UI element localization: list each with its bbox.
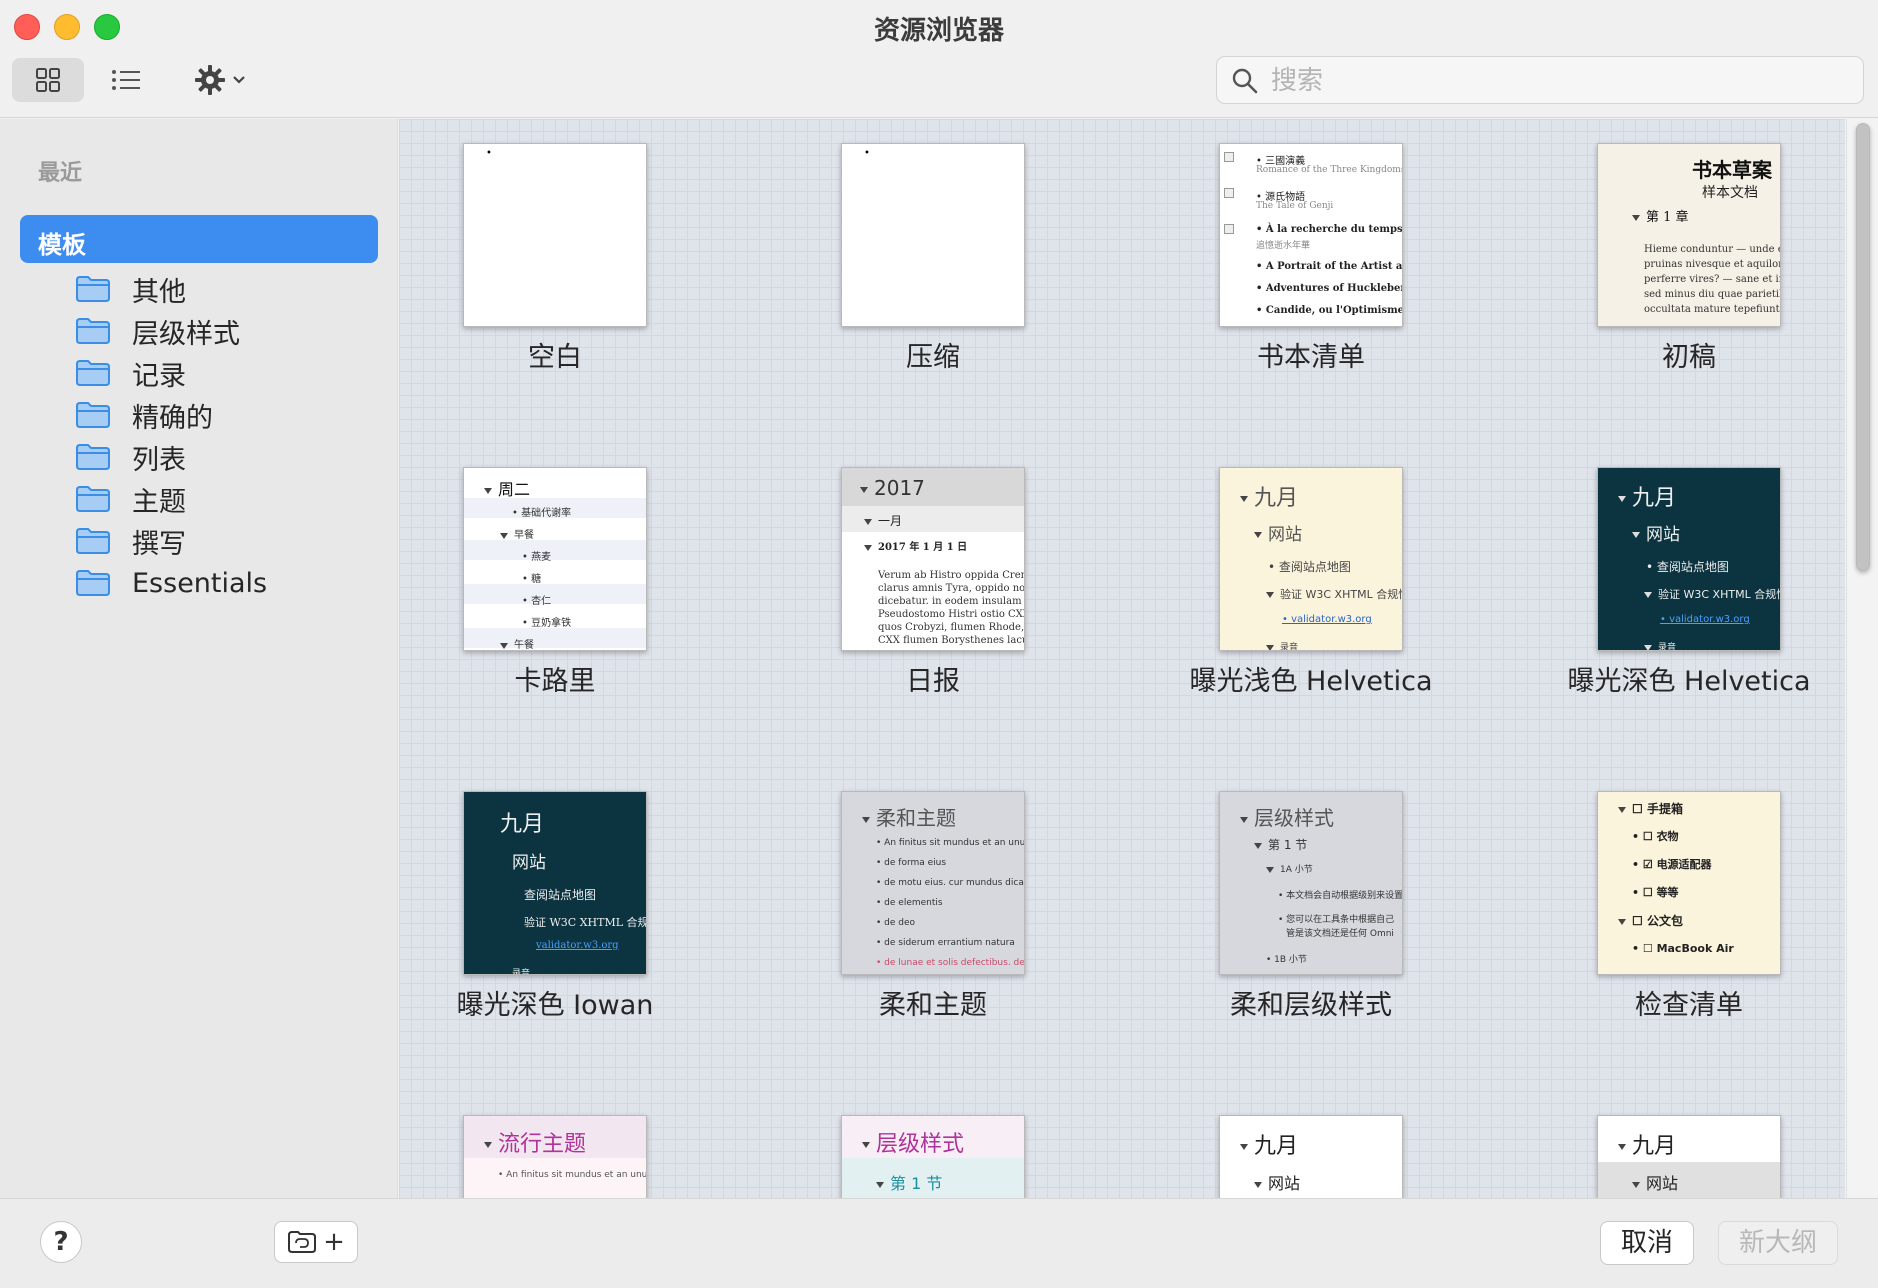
- action-menu-button[interactable]: [184, 58, 256, 102]
- search-field[interactable]: [1216, 56, 1864, 104]
- template-label: 压缩: [906, 342, 960, 373]
- template-thumbnail: 九月 网站 • 查阅站点地图 验证 W3C XHTML 合规性 • valida…: [1219, 467, 1403, 651]
- folder-icon: [76, 402, 110, 428]
- sidebar-folder-label: 精确的: [132, 402, 213, 434]
- template-thumbnail: 柔和主题 • An finitus sit mundus et an unus …: [841, 791, 1025, 975]
- sidebar: 最近 模板 其他 层级样式 记录 精确的 列表 主题 撰写 Essentials: [0, 119, 398, 1198]
- window-title: 资源浏览器: [873, 16, 1004, 46]
- folder-icon: [76, 444, 110, 470]
- template-label: 柔和层级样式: [1230, 990, 1392, 1021]
- sidebar-folder-other[interactable]: 其他: [76, 267, 186, 311]
- sidebar-folder-lists[interactable]: 列表: [76, 435, 186, 479]
- template-grid: • 空白 • 压缩 • 三國演義 Romance of the Three Ki…: [399, 119, 1845, 1198]
- template-label: 书本清单: [1257, 342, 1365, 373]
- sidebar-folder-themes[interactable]: 主题: [76, 477, 186, 521]
- template-thumbnail: 九月 网站 • 查阅站点地图 验证 W3C XHTML 合规性 • valida…: [1597, 467, 1781, 651]
- template-thumbnail: 2017 一月 2017 年 1 月 1 日 Verum ab Histro o…: [841, 467, 1025, 651]
- add-folder-icon: [288, 1231, 317, 1253]
- sidebar-folder-label: 撰写: [132, 528, 186, 560]
- template-thumbnail: • 三國演義 Romance of the Three Kingdoms • 源…: [1219, 143, 1403, 327]
- list-view-button[interactable]: [98, 58, 154, 102]
- add-template-folder-button[interactable]: +: [274, 1221, 358, 1263]
- template-thumbnail: 九月 网站: [1219, 1115, 1403, 1198]
- sidebar-item-templates[interactable]: 模板: [20, 215, 378, 263]
- template-label: 曝光浅色 Helvetica: [1189, 666, 1433, 697]
- folder-icon: [76, 528, 110, 554]
- template-label: 检查清单: [1635, 990, 1743, 1021]
- template-thumbnail: 层级样式 第 1 节 1A 小节 • 本文档会自动根据级别来设置样式 • 您可以…: [1219, 791, 1403, 975]
- sidebar-folder-level-styles[interactable]: 层级样式: [76, 309, 240, 353]
- search-input[interactable]: [1271, 61, 1851, 101]
- sidebar-item-label: 模板: [38, 231, 86, 259]
- titlebar: 资源浏览器: [0, 0, 1878, 118]
- grid-view-icon: [36, 68, 60, 92]
- template-thumbnail: 流行主题 • An finitus sit mundus et an unus: [463, 1115, 647, 1198]
- template-label: 卡路里: [514, 666, 596, 697]
- template-label: 初稿: [1662, 342, 1716, 373]
- sidebar-folder-label: Essentials: [132, 567, 268, 599]
- sidebar-folder-label: 列表: [132, 444, 186, 476]
- template-thumbnail: ☐ 手提箱 • ☐ 衣物 • ☑ 电源适配器 • ☐ 等等 ☐ 公文包 • ☐ …: [1597, 791, 1781, 975]
- sidebar-section-recent[interactable]: 最近: [38, 155, 82, 187]
- template-thumbnail: 九月 网站 查阅站点地图 验证 W3C XHTML 合规性 validator.…: [463, 791, 647, 975]
- sidebar-folder-writing[interactable]: 撰写: [76, 519, 186, 563]
- template-label: 日报: [906, 666, 960, 697]
- scrollbar-thumb[interactable]: [1856, 123, 1870, 571]
- cancel-button[interactable]: 取消: [1600, 1221, 1694, 1265]
- new-outline-button[interactable]: 新大纲: [1718, 1221, 1838, 1265]
- folder-icon: [76, 486, 110, 512]
- list-view-icon: [112, 70, 140, 90]
- chevron-down-icon: [233, 76, 245, 84]
- template-thumbnail: 周二 • 基础代谢率 早餐 • 燕麦 • 糖 • 杏仁 • 豆奶拿铁 午餐: [463, 467, 647, 651]
- sidebar-folder-label: 其他: [132, 276, 186, 308]
- resource-browser-window: 资源浏览器 搜索 最近 模板 其他 层级样式 记录 精确的 列表 主题 撰写 E…: [0, 0, 1878, 1288]
- plus-icon: +: [323, 1227, 345, 1257]
- sidebar-folder-label: 记录: [132, 360, 186, 392]
- search-icon: [1232, 68, 1258, 94]
- help-button[interactable]: ?: [40, 1221, 82, 1263]
- gear-icon: [195, 65, 225, 95]
- template-thumbnail: •: [463, 143, 647, 327]
- grid-view-button[interactable]: [12, 58, 84, 102]
- template-label: 空白: [528, 342, 582, 373]
- sidebar-folder-records[interactable]: 记录: [76, 351, 186, 395]
- template-thumbnail: 书本草案 样本文档 第 1 章 Hieme conduntur — unde e…: [1597, 143, 1781, 327]
- template-label: 曝光深色 Iowan: [456, 990, 654, 1021]
- folder-icon: [76, 318, 110, 344]
- folder-icon: [76, 276, 110, 302]
- sidebar-folder-essentials[interactable]: Essentials: [76, 561, 267, 605]
- template-thumbnail: •: [841, 143, 1025, 327]
- bottom-bar: ? + 取消 新大纲: [0, 1198, 1878, 1288]
- sidebar-folder-label: 层级样式: [132, 318, 240, 350]
- folder-icon: [76, 360, 110, 386]
- template-label: 曝光深色 Helvetica: [1567, 666, 1811, 697]
- sidebar-folder-precise[interactable]: 精确的: [76, 393, 213, 437]
- sidebar-folder-label: 主题: [132, 486, 186, 518]
- template-thumbnail: 九月 网站: [1597, 1115, 1781, 1198]
- template-label: 柔和主题: [879, 990, 987, 1021]
- template-thumbnail: 层级样式 第 1 节: [841, 1115, 1025, 1198]
- vertical-scrollbar[interactable]: [1846, 119, 1878, 1198]
- folder-icon: [76, 570, 110, 596]
